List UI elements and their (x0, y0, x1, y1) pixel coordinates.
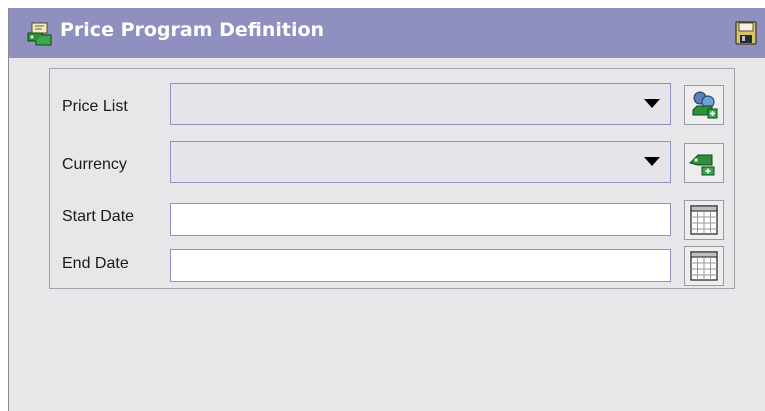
window-title: Price Program Definition (60, 19, 325, 41)
end-date-input[interactable] (170, 249, 671, 282)
chevron-down-icon[interactable] (644, 99, 660, 108)
price-program-form: Price List Currency Start Date End Date (49, 68, 735, 289)
price-list-label: Price List (62, 98, 128, 115)
start-date-label: Start Date (62, 208, 135, 225)
price-program-window: Price Program Definition Price List Curr… (8, 8, 765, 411)
calendar-icon[interactable] (684, 200, 724, 240)
end-date-label: End Date (62, 255, 129, 272)
price-list-lookup-icon[interactable] (684, 85, 724, 125)
calendar-icon[interactable] (684, 246, 724, 286)
price-program-icon (27, 22, 53, 46)
price-list-dropdown[interactable] (170, 83, 671, 125)
chevron-down-icon[interactable] (644, 157, 660, 166)
currency-lookup-icon[interactable] (684, 143, 724, 183)
floppy-disk-save-icon[interactable] (735, 21, 757, 45)
title-bar: Price Program Definition (9, 8, 765, 58)
currency-dropdown[interactable] (170, 141, 671, 183)
currency-label: Currency (62, 156, 127, 173)
start-date-input[interactable] (170, 203, 671, 236)
